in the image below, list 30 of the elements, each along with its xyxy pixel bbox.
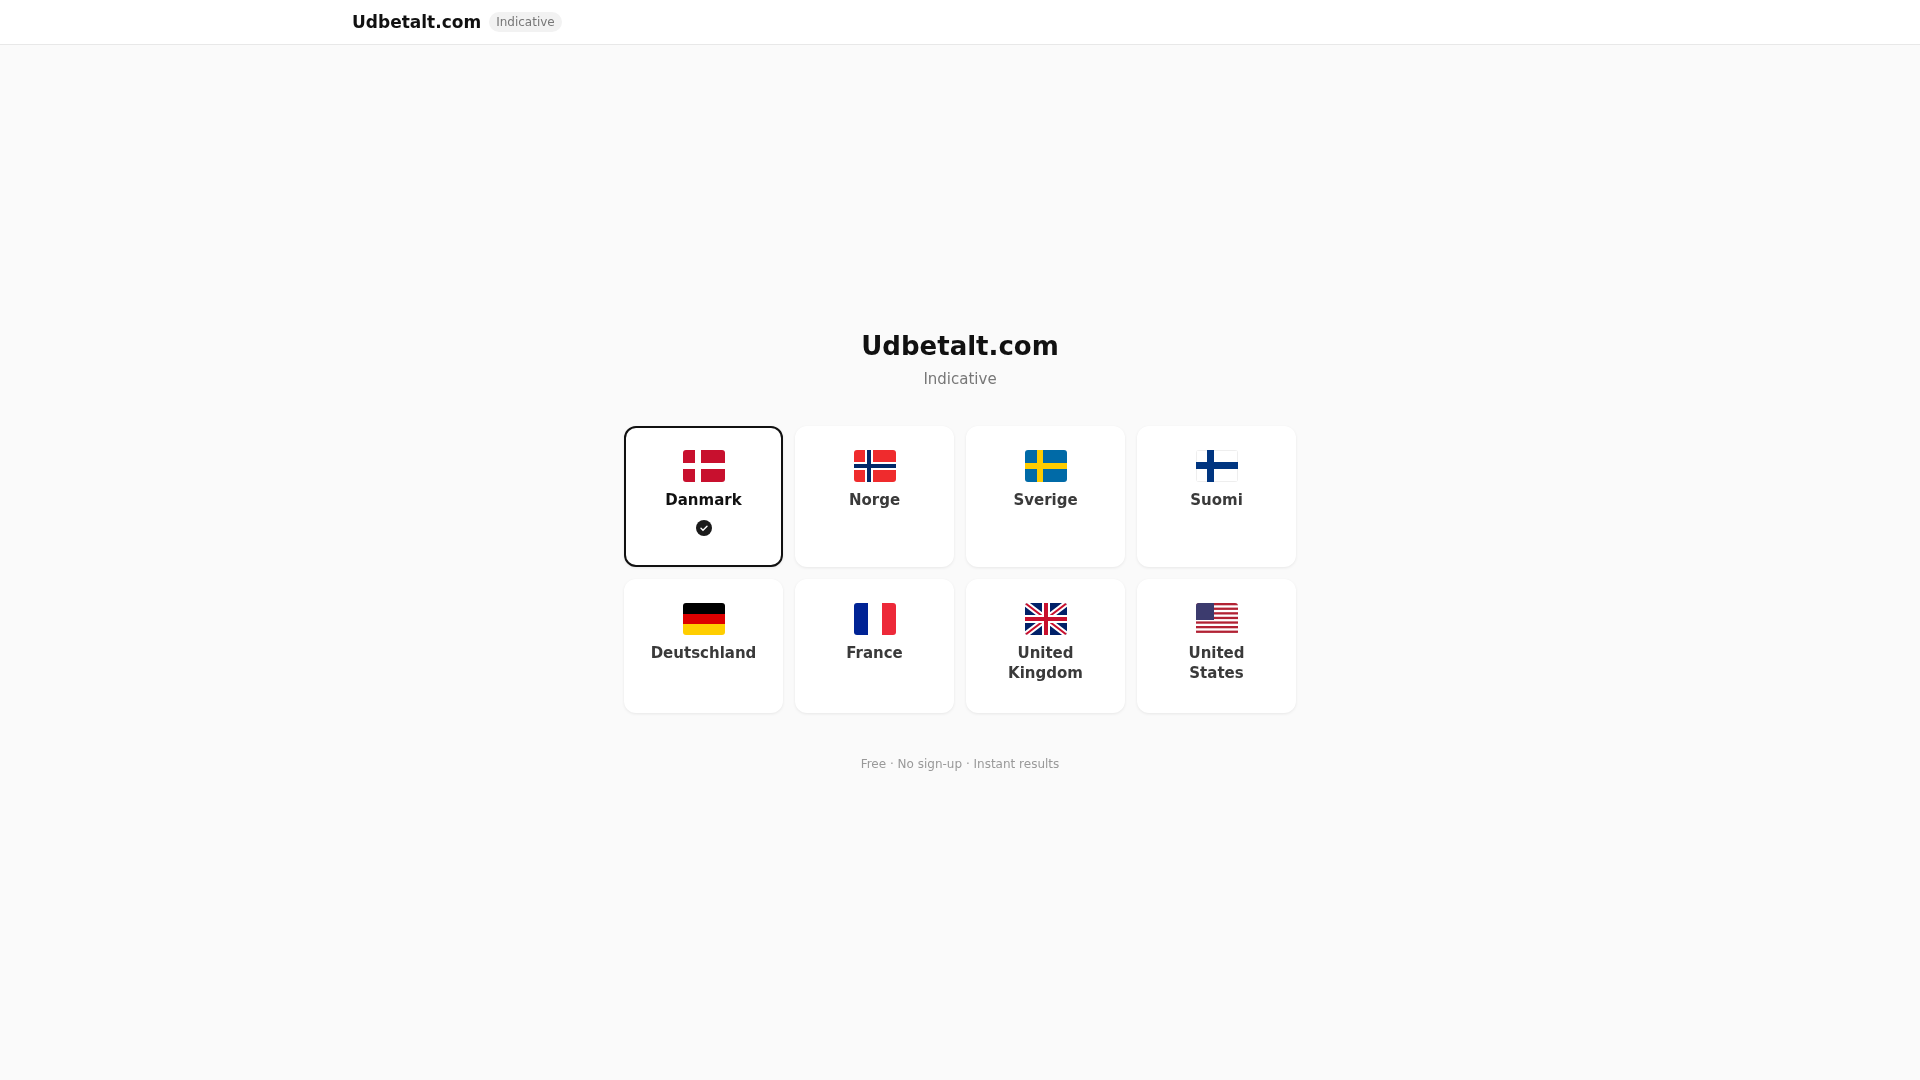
country-card[interactable]: Suomi [1137,426,1296,567]
country-name: Suomi [1190,490,1243,510]
country-name: United Kingdom [1007,643,1084,683]
flag-icon [853,603,896,635]
country-name: United States [1187,643,1246,683]
brand-name: Udbetalt.com [352,12,482,32]
country-name: Danmark [665,490,742,510]
footer-note: Free · No sign-up · Instant results [860,757,1060,771]
check-icon [695,520,712,536]
country-card[interactable]: Deutschland [624,579,783,713]
country-name: Norge [848,490,901,510]
flag-icon [682,450,725,482]
country-name: Sverige [1013,490,1078,510]
flag-icon [1195,603,1238,635]
country-name: Deutschland [650,643,757,663]
flag-icon [682,603,725,635]
flag-icon [853,450,896,482]
country-card[interactable]: Norge [795,426,954,567]
country-card[interactable]: Sverige [966,426,1125,567]
flag-icon [1024,603,1067,635]
country-card[interactable]: United Kingdom [966,579,1125,713]
indicative-badge: Indicative [489,12,562,32]
country-card[interactable]: United States [1137,579,1296,713]
page-subtitle: Indicative [923,370,997,388]
flag-icon [1024,450,1067,482]
country-card[interactable]: France [795,579,954,713]
page-title: Udbetalt.com [861,330,1059,362]
country-name: France [846,643,903,663]
country-card[interactable]: Danmark [624,426,783,567]
flag-icon [1195,450,1238,482]
